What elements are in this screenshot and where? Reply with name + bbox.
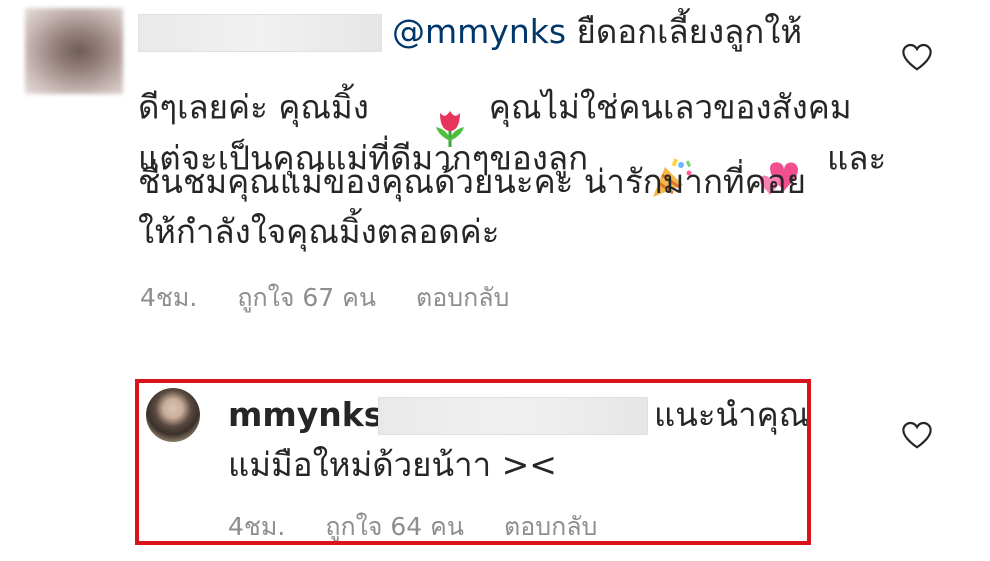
redacted-username [138, 14, 382, 52]
comment-1-meta: 4ชม. ถูกใจ 67 คน ตอบกลับ [140, 278, 509, 318]
comment-1-line-5: ให้กำลังใจคุณมิ้งตลอดค่ะ [138, 212, 500, 251]
comment-1-line-4: ชื่นชมคุณแม่ของคุณด้วยนะคะ น่ารักมากที่ค… [138, 162, 806, 201]
highlight-frame [135, 379, 811, 545]
avatar-blurred[interactable] [25, 8, 123, 94]
likes-count[interactable]: ถูกใจ 67 คน [237, 278, 376, 318]
reply-button[interactable]: ตอบกลับ [416, 278, 509, 318]
mention-link[interactable]: @mmynks [392, 12, 566, 51]
heart-outline-icon[interactable] [900, 420, 934, 450]
comment-text: และ [806, 138, 887, 178]
comment-1-line-1: @mmynks ยืดอกเลี้ยงลูกให้ [392, 7, 802, 57]
timestamp: 4ชม. [140, 283, 198, 312]
comment-text: ยืดอกเลี้ยงลูกให้ [566, 12, 803, 51]
heart-outline-icon[interactable] [900, 42, 934, 72]
